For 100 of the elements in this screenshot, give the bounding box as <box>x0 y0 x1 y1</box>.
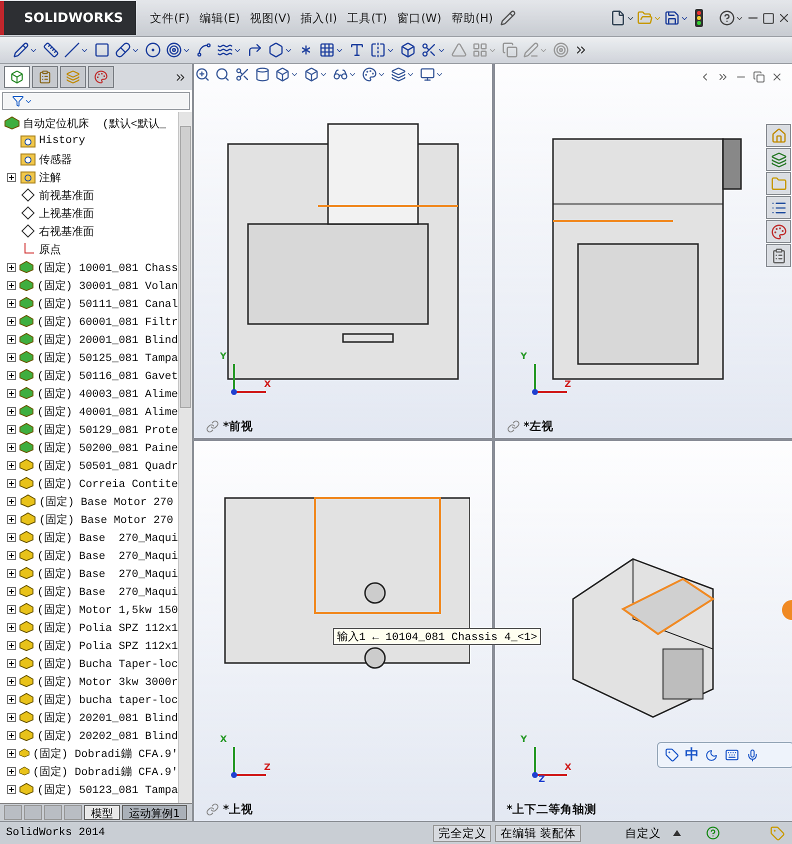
expand-icon[interactable] <box>7 370 16 380</box>
expand-icon[interactable] <box>7 694 16 704</box>
expand-icon[interactable] <box>7 748 16 758</box>
tree-item[interactable]: 右视基准面 <box>39 224 94 238</box>
tree-item[interactable]: (固定) Dobradi鏰 CFA.9' <box>32 764 178 778</box>
tree-item[interactable]: (固定) 40001_081 Alime <box>37 404 178 418</box>
tree-item[interactable]: (固定) Base 270_Maqui <box>37 566 178 580</box>
tree-item[interactable]: 自动定位机床 (默认<默认_ <box>23 116 166 130</box>
expand-icon[interactable] <box>7 316 16 326</box>
expand-icon[interactable] <box>7 280 16 290</box>
tree-item[interactable]: (固定) Base Motor 270 <box>39 494 174 508</box>
expand-icon[interactable] <box>7 568 16 578</box>
expand-icon[interactable] <box>7 352 16 362</box>
tree-item[interactable]: (固定) 20202_081 Blind <box>37 728 178 742</box>
expand-icon[interactable] <box>7 334 16 344</box>
panel-tab[interactable] <box>32 66 58 88</box>
menu-item[interactable]: 工具(T) <box>343 8 392 28</box>
tree-item[interactable]: (固定) 10001_081 Chass <box>37 260 178 274</box>
new-file-icon[interactable] <box>609 9 636 27</box>
cube-icon[interactable] <box>274 66 300 83</box>
save-icon[interactable] <box>663 9 690 27</box>
menu-item[interactable]: 文件(F) <box>146 8 194 28</box>
help-icon[interactable] <box>718 9 745 27</box>
tree-item[interactable]: (固定) Polia SPZ 112x1 <box>37 638 178 652</box>
expand-icon[interactable] <box>7 676 16 686</box>
expand-icon[interactable] <box>7 730 16 740</box>
tree-item[interactable]: 传感器 <box>39 152 72 166</box>
library-button[interactable] <box>766 148 791 171</box>
expand-icon[interactable] <box>7 172 16 182</box>
expand-icon[interactable] <box>7 298 16 308</box>
tree-item[interactable]: (固定) 50111_081 Canal <box>37 296 178 310</box>
expand-icon[interactable] <box>7 622 16 632</box>
tree-item[interactable]: (固定) Base 270_Maqui <box>37 530 178 544</box>
tree-item[interactable]: (固定) Base Motor 270 <box>39 512 174 526</box>
tree-item[interactable]: (固定) bucha taper-loc <box>37 692 178 706</box>
bottom-tab[interactable]: 运动算例1 <box>122 805 187 820</box>
tree-item[interactable]: (固定) 50501_081 Quadr <box>37 458 178 472</box>
menu-item[interactable]: 编辑(E) <box>196 8 244 28</box>
expand-icon[interactable] <box>7 514 16 524</box>
construction-icon[interactable] <box>318 41 345 59</box>
expand-icon[interactable] <box>7 424 16 434</box>
tree-item[interactable]: (固定) Base 270_Maqui <box>37 548 178 562</box>
menu-item[interactable]: 视图(V) <box>246 8 295 28</box>
bottom-tab[interactable]: 模型 <box>84 805 120 820</box>
sketch-icon[interactable] <box>12 41 39 59</box>
expand-icon[interactable] <box>7 478 16 488</box>
expand-icon[interactable] <box>7 658 16 668</box>
expand-icon[interactable] <box>7 388 16 398</box>
filter-icon[interactable] <box>11 94 34 108</box>
slot-icon[interactable] <box>114 41 141 59</box>
expand-icon[interactable] <box>7 442 16 452</box>
appearance-button[interactable] <box>766 220 791 243</box>
caret-icon[interactable] <box>673 830 681 836</box>
dimension-icon[interactable] <box>42 41 60 59</box>
moon-icon[interactable] <box>704 748 719 762</box>
tree-item[interactable]: (固定) Polia SPZ 112x1 <box>37 620 178 634</box>
cylinder-icon[interactable] <box>254 66 271 83</box>
ime-mode[interactable]: 中 <box>685 746 699 764</box>
menu-item[interactable]: 插入(I) <box>296 8 342 28</box>
traffic-light-icon[interactable] <box>694 9 704 27</box>
tree-item[interactable]: (固定) Base 270_Maqui <box>37 584 178 598</box>
expand-icon[interactable] <box>7 640 16 650</box>
menu-item[interactable]: 帮助(H) <box>447 8 498 28</box>
expand-icon[interactable] <box>7 496 16 506</box>
expand-icon[interactable] <box>7 460 16 470</box>
search-icon[interactable] <box>214 66 231 83</box>
maximize-icon[interactable] <box>761 10 776 26</box>
cube-icon[interactable] <box>399 41 417 59</box>
expand-icon[interactable] <box>7 604 16 614</box>
expand-icon[interactable] <box>7 550 16 560</box>
tree-item[interactable]: (固定) Bucha Taper-loc <box>37 656 178 670</box>
tree-item[interactable]: 注解 <box>39 170 61 184</box>
tree-item[interactable]: 前视基准面 <box>39 188 94 202</box>
tree-item[interactable]: History <box>39 135 86 147</box>
properties-button[interactable] <box>766 244 791 267</box>
scrollbar[interactable] <box>178 112 192 803</box>
keyboard-icon[interactable] <box>724 747 740 763</box>
menu-item[interactable]: 窗口(W) <box>393 8 446 28</box>
tree-item[interactable]: 原点 <box>39 242 61 256</box>
tree-item[interactable]: (固定) 40003_081 Alime <box>37 386 178 400</box>
shaded-cube-icon[interactable] <box>303 66 329 83</box>
circle-icon[interactable] <box>144 41 162 59</box>
expand-icon[interactable] <box>7 262 16 272</box>
list-button[interactable] <box>766 196 791 219</box>
expand-icon[interactable] <box>7 586 16 596</box>
mic-icon[interactable] <box>745 748 760 762</box>
restore-icon[interactable] <box>752 70 766 84</box>
tree-item[interactable]: (固定) 50125_081 Tampa <box>37 350 178 364</box>
tree-item[interactable]: (固定) Motor 1,5kw 150 <box>37 602 178 616</box>
expand-icon[interactable] <box>7 766 16 776</box>
tree-item[interactable]: (固定) 60001_081 Filtr <box>37 314 178 328</box>
line-icon[interactable] <box>63 41 90 59</box>
tree-item[interactable]: (固定) 20201_081 Blind <box>37 710 178 724</box>
expand-icon[interactable] <box>7 712 16 722</box>
tree-item[interactable]: (固定) 20001_081 Blind <box>37 332 178 346</box>
tree-item[interactable]: 上视基准面 <box>39 206 94 220</box>
tree-item[interactable]: (固定) 50123_081 Tampa <box>37 782 178 796</box>
expand-icon[interactable] <box>7 784 16 794</box>
expand-icon[interactable] <box>7 532 16 542</box>
rectangle-icon[interactable] <box>93 41 111 59</box>
